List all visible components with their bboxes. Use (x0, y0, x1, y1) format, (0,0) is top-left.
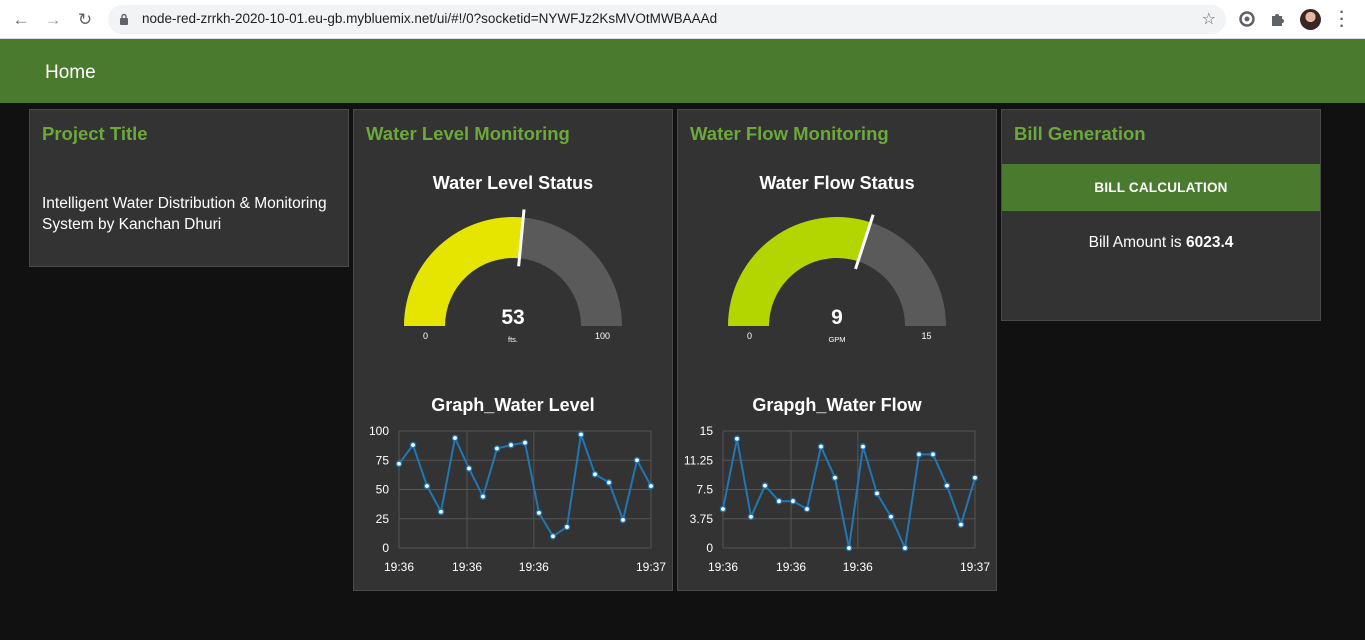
page-title: Home (45, 62, 96, 83)
data-point (633, 456, 641, 464)
water-level-card: Water Level Monitoring Water Level Statu… (353, 109, 673, 591)
lock-icon (120, 13, 128, 25)
data-point (409, 441, 417, 449)
data-point (577, 431, 585, 438)
water-flow-card: Water Flow Monitoring Water Flow Status … (677, 109, 997, 591)
data-point (915, 451, 923, 458)
y-tick-label: 3.75 (690, 512, 714, 526)
water-level-chart: 0 25 50 75 100 19:36 19:36 19:36 19:37 (369, 424, 666, 574)
project-title-card: Project Title Intelligent Water Distribu… (29, 109, 349, 267)
address-bar[interactable]: node-red-zrrkh-2020-10-01.eu-gb.mybluemi… (108, 5, 1226, 34)
back-arrow-icon[interactable]: ← (8, 7, 34, 33)
url-text: node-red-zrrkh-2020-10-01.eu-gb.mybluemi… (142, 11, 718, 26)
extension-circle-icon[interactable] (1238, 10, 1256, 28)
card-title: Bill Generation (1014, 123, 1146, 144)
data-point (549, 532, 557, 540)
data-point (859, 443, 867, 450)
data-point (789, 497, 797, 505)
data-point (479, 493, 487, 500)
y-tick-label: 11.25 (684, 453, 713, 467)
bill-generation-card: Bill Generation BILL CALCULATION Bill Am… (1001, 109, 1321, 321)
data-point (775, 497, 783, 505)
data-point (605, 479, 613, 486)
data-point (957, 521, 965, 528)
series-line (398, 434, 652, 538)
y-tick-label: 0 (706, 541, 713, 555)
forward-arrow-icon[interactable]: → (40, 7, 66, 33)
bill-amount-prefix: Bill Amount is (1088, 234, 1186, 251)
data-point (817, 443, 825, 450)
more-menu-icon[interactable]: · · · (1336, 5, 1348, 35)
data-point (845, 544, 853, 552)
data-point (733, 435, 741, 443)
data-point (943, 482, 951, 489)
x-tick-label: 19:36 (452, 560, 482, 574)
bill-amount-text: Bill Amount is 6023.4 (1002, 234, 1320, 252)
data-point (465, 465, 473, 472)
y-tick-label: 50 (376, 483, 390, 497)
reload-icon[interactable]: ↻ (72, 7, 98, 33)
y-tick-label: 0 (382, 541, 389, 555)
y-tick-label: 75 (376, 453, 390, 467)
data-point (647, 482, 655, 490)
x-tick-label: 19:36 (776, 560, 806, 574)
profile-avatar[interactable] (1300, 9, 1321, 30)
data-point (761, 482, 769, 489)
bookmark-star-icon[interactable]: ☆ (1202, 9, 1216, 29)
data-point (521, 439, 529, 447)
bill-calculation-button[interactable]: BILL CALCULATION (1002, 164, 1320, 211)
data-point (901, 544, 909, 552)
data-point (887, 513, 895, 521)
water-flow-chart: 0 3.75 7.5 11.25 15 19:36 19:36 19:36 19:37 (684, 424, 990, 574)
x-tick-label: 19:36 (384, 560, 414, 574)
data-point (591, 470, 599, 478)
series-line (722, 438, 976, 552)
x-tick-label: 19:36 (519, 560, 549, 574)
data-point (451, 434, 459, 442)
data-point (535, 509, 543, 517)
card-title: Project Title (42, 123, 148, 144)
data-point (437, 508, 445, 516)
extensions-puzzle-icon[interactable] (1269, 10, 1287, 28)
data-point (831, 474, 839, 482)
bill-amount-value: 6023.4 (1185, 234, 1234, 251)
y-tick-label: 25 (376, 512, 390, 526)
x-tick-label: 19:36 (708, 560, 738, 574)
data-point (929, 451, 937, 458)
x-tick-label: 19:37 (636, 560, 666, 574)
y-tick-label: 15 (700, 424, 714, 438)
data-point (563, 523, 571, 531)
data-point (803, 505, 811, 513)
data-point (619, 516, 627, 524)
y-tick-label: 7.5 (696, 483, 713, 497)
dashboard-header: Home (0, 39, 1365, 103)
data-point (971, 474, 979, 482)
data-point (747, 513, 755, 521)
data-point (719, 505, 727, 513)
browser-toolbar: ← → ↻ node-red-zrrkh-2020-10-01.eu-gb.my… (0, 0, 1365, 39)
x-tick-label: 19:37 (960, 560, 990, 574)
data-point (507, 441, 515, 449)
data-point (395, 460, 403, 468)
y-tick-label: 100 (369, 424, 389, 438)
data-point (423, 482, 431, 490)
project-description: Intelligent Water Distribution & Monitor… (42, 195, 327, 233)
data-point (873, 490, 881, 497)
x-tick-label: 19:36 (843, 560, 873, 574)
data-point (493, 445, 501, 452)
